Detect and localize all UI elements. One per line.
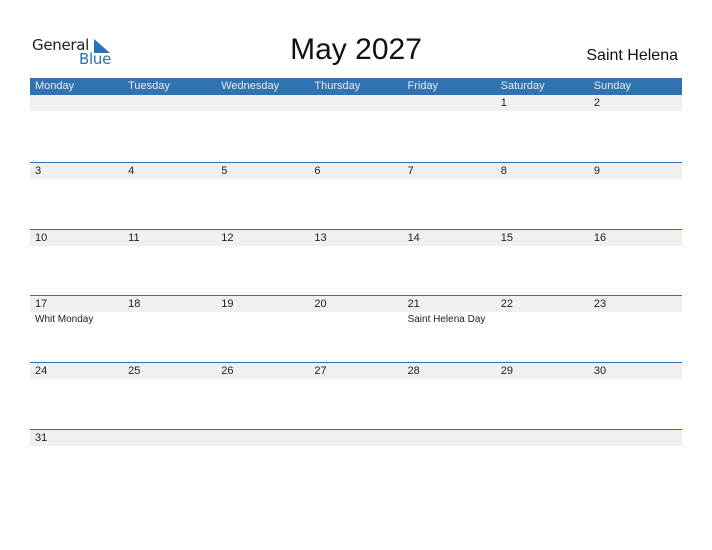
day-cell: 5 [216, 163, 309, 230]
weekday-friday: Friday [407, 80, 439, 92]
day-number: 8 [500, 165, 507, 177]
day-cell: 2 [589, 95, 682, 162]
day-cell: 30 [589, 363, 682, 430]
day-number: 10 [35, 232, 48, 244]
holiday-label: Saint Helena Day [407, 314, 486, 325]
day-number: 5 [221, 165, 228, 177]
day-number: 17 [35, 298, 48, 310]
day-cell [496, 430, 589, 497]
day-cell: 4 [123, 163, 216, 230]
weekday-saturday: Saturday [500, 80, 545, 92]
weekday-thursday: Thursday [314, 80, 361, 92]
day-cell: 8 [496, 163, 589, 230]
weekday-wednesday: Wednesday [221, 80, 280, 92]
day-cell: 20 [309, 296, 402, 363]
day-cell: 9 [589, 163, 682, 230]
day-number: 19 [221, 298, 234, 310]
day-cell: 15 [496, 230, 589, 297]
day-cell [123, 430, 216, 497]
day-number: 1 [500, 97, 507, 109]
day-cell: 25 [123, 363, 216, 430]
day-cell [216, 430, 309, 497]
day-cell [589, 430, 682, 497]
week-row: 12 [30, 95, 682, 162]
day-cell: 16 [589, 230, 682, 297]
day-cell [309, 430, 402, 497]
day-cell [30, 95, 123, 162]
day-cell: 23 [589, 296, 682, 363]
day-cell: 31 [30, 430, 123, 497]
day-cell [123, 95, 216, 162]
day-cell: 10 [30, 230, 123, 297]
day-cell: 3 [30, 163, 123, 230]
day-cell: 22 [496, 296, 589, 363]
day-cell: 27 [309, 363, 402, 430]
day-cell [216, 95, 309, 162]
day-cell: 26 [216, 363, 309, 430]
day-number: 24 [35, 365, 48, 377]
day-number: 26 [221, 365, 234, 377]
day-cell: 6 [309, 163, 402, 230]
week-row: 3 4 5 6 7 8 9 [30, 162, 682, 229]
week-row: 10 11 12 13 14 15 16 [30, 229, 682, 296]
day-number: 7 [407, 165, 414, 177]
day-number: 15 [500, 232, 513, 244]
day-number: 4 [128, 165, 135, 177]
day-number: 9 [593, 165, 600, 177]
day-number: 31 [35, 432, 48, 444]
day-number: 25 [128, 365, 141, 377]
day-cell: 12 [216, 230, 309, 297]
day-number: 6 [314, 165, 321, 177]
day-cell: 29 [496, 363, 589, 430]
day-cell: 11 [123, 230, 216, 297]
day-cell [403, 95, 496, 162]
day-cell: 14 [403, 230, 496, 297]
day-number: 27 [314, 365, 327, 377]
holiday-label: Whit Monday [35, 314, 94, 325]
day-number: 18 [128, 298, 141, 310]
day-number: 13 [314, 232, 327, 244]
day-cell: 13 [309, 230, 402, 297]
weekday-header: Monday Tuesday Wednesday Thursday Friday… [30, 78, 682, 95]
day-cell: 18 [123, 296, 216, 363]
day-number: 11 [128, 232, 140, 244]
day-number: 16 [593, 232, 607, 244]
day-cell: 28 [403, 363, 496, 430]
day-cell: 24 [30, 363, 123, 430]
day-number: 2 [593, 97, 600, 109]
day-number: 20 [314, 298, 327, 310]
country-label: Saint Helena [586, 47, 678, 64]
day-cell [309, 95, 402, 162]
weekday-tuesday: Tuesday [128, 80, 170, 92]
weekday-monday: Monday [35, 80, 75, 92]
day-number: 22 [500, 298, 513, 310]
day-number: 14 [407, 232, 420, 244]
day-number: 21 [407, 298, 420, 310]
week-row: 31 [30, 429, 682, 496]
day-number: 29 [500, 365, 513, 377]
weekday-sunday: Sunday [593, 80, 632, 92]
day-cell [403, 430, 496, 497]
day-number: 12 [221, 232, 234, 244]
day-cell: 17 Whit Monday [30, 296, 123, 363]
day-cell: 19 [216, 296, 309, 363]
day-number: 30 [593, 365, 607, 377]
day-cell: 7 [403, 163, 496, 230]
week-row: 24 25 26 27 28 29 30 [30, 362, 682, 429]
day-number: 3 [35, 165, 42, 177]
week-row: 17 Whit Monday 18 19 20 21 Saint Helena Day 22 2… [30, 295, 682, 362]
day-number: 23 [593, 298, 607, 310]
day-number: 28 [407, 365, 420, 377]
day-cell: 21 Saint Helena Day [403, 296, 496, 363]
day-cell: 1 [496, 95, 589, 162]
